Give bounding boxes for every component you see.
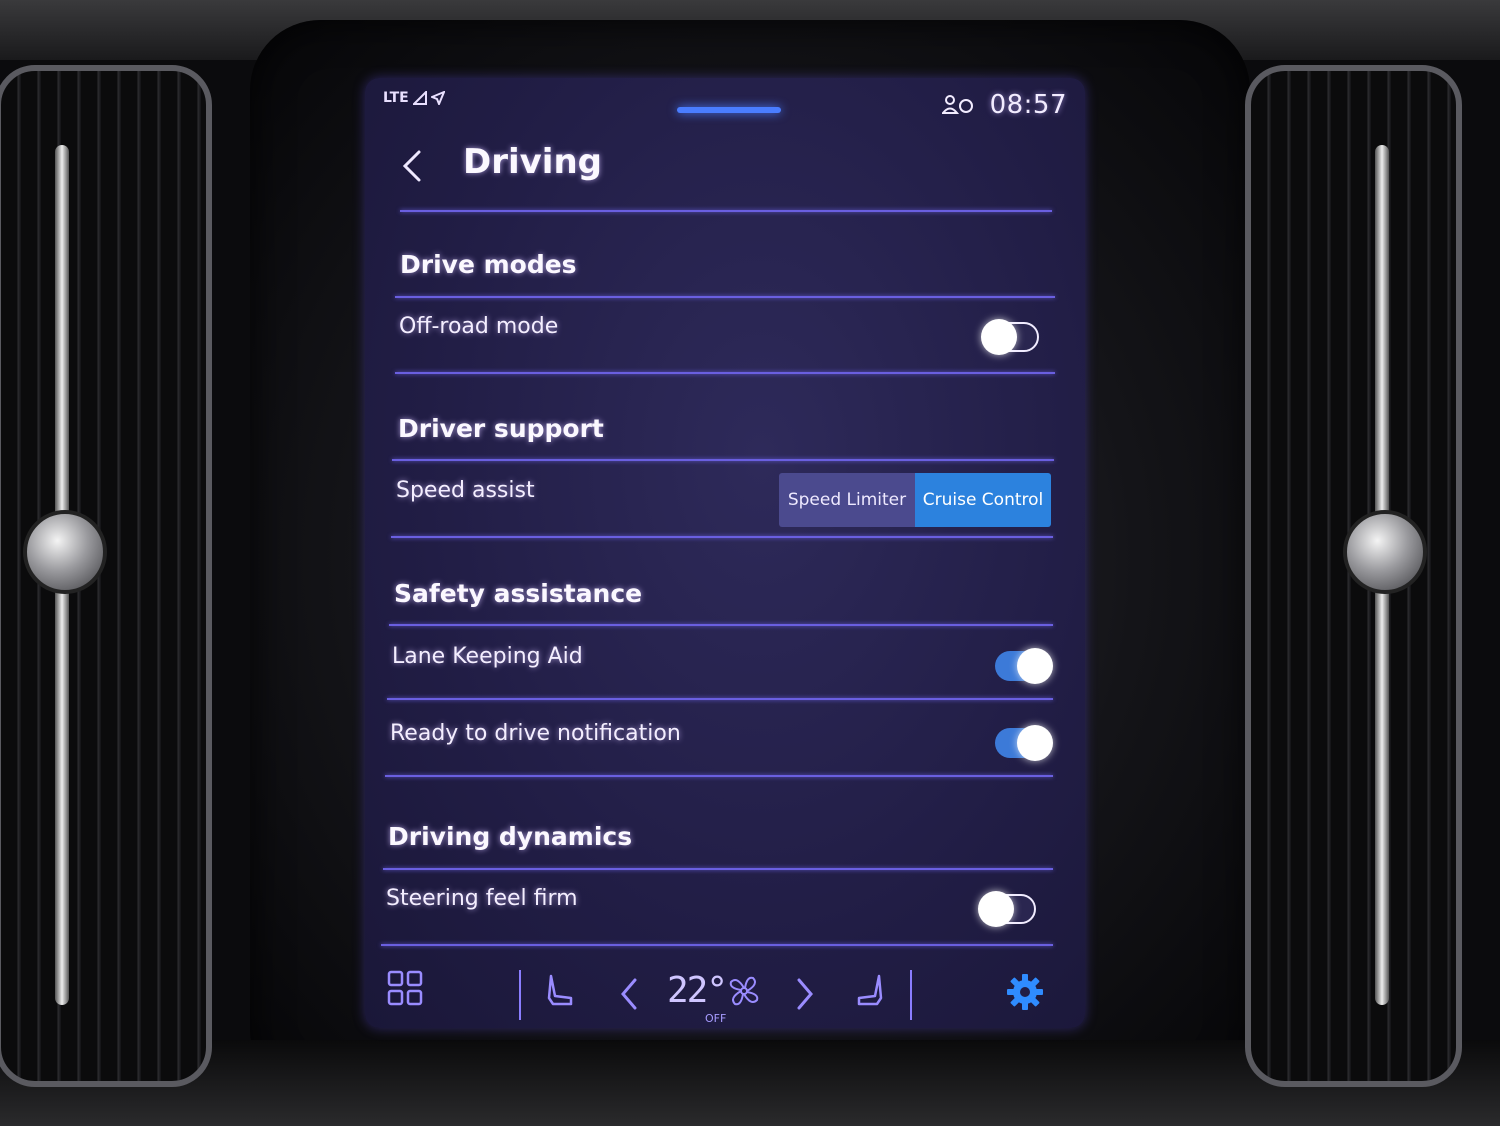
infotainment-screen: LTE 08:57 Driving Drive modes Off-road m…	[365, 78, 1085, 1028]
section-title-driving-dynamics: Driving dynamics	[388, 822, 633, 851]
lane-keeping-aid-label: Lane Keeping Aid	[392, 644, 583, 669]
off-road-mode-toggle[interactable]	[981, 319, 1039, 355]
toggle-knob	[978, 891, 1014, 927]
vent-knob	[23, 510, 107, 594]
back-icon[interactable]	[395, 146, 429, 186]
section-title-drive-modes: Drive modes	[400, 250, 577, 279]
off-road-mode-label: Off-road mode	[399, 314, 559, 339]
drag-handle[interactable]	[677, 107, 781, 113]
air-vent-left	[0, 55, 230, 1095]
navigation-arrow-icon	[430, 91, 445, 105]
toggle-knob	[981, 319, 1017, 355]
section-title-driver-support: Driver support	[398, 414, 604, 443]
chevron-left-icon[interactable]	[617, 976, 641, 1012]
status-right: 08:57	[941, 90, 1067, 120]
bar-separator	[519, 970, 521, 1020]
divider	[383, 868, 1053, 870]
divider	[385, 775, 1053, 777]
profile-icon[interactable]	[941, 94, 974, 116]
cruise-control-option[interactable]: Cruise Control	[915, 473, 1051, 527]
vent-knob	[1343, 510, 1427, 594]
fan-icon[interactable]	[727, 974, 761, 1008]
section-title-safety-assistance: Safety assistance	[394, 579, 643, 608]
divider	[395, 296, 1055, 298]
steering-feel-firm-toggle[interactable]	[978, 891, 1036, 927]
speed-assist-label: Speed assist	[396, 478, 535, 503]
divider	[400, 210, 1052, 212]
bar-separator	[910, 970, 912, 1020]
ready-to-drive-notification-toggle[interactable]	[995, 725, 1053, 761]
lane-keeping-aid-toggle[interactable]	[995, 648, 1053, 684]
toggle-knob	[1017, 648, 1053, 684]
temperature-display[interactable]: 22°	[667, 970, 728, 1011]
apps-grid-icon[interactable]	[387, 970, 423, 1006]
divider	[395, 372, 1055, 374]
page-header: Driving	[365, 138, 1085, 208]
clock: 08:57	[989, 90, 1067, 120]
network-label: LTE	[383, 90, 409, 106]
seat-heat-right-icon[interactable]	[855, 972, 885, 1008]
divider	[389, 624, 1053, 626]
speed-limiter-option[interactable]: Speed Limiter	[779, 473, 915, 527]
divider	[391, 536, 1053, 538]
signal-icon	[412, 91, 427, 105]
divider	[381, 944, 1053, 946]
speed-assist-selector: Speed Limiter Cruise Control	[779, 473, 1051, 527]
fan-status: OFF	[705, 1012, 727, 1025]
ready-to-drive-notification-label: Ready to drive notification	[390, 721, 681, 746]
steering-feel-firm-label: Steering feel firm	[386, 886, 578, 911]
page-title: Driving	[463, 142, 603, 182]
status-left: LTE	[383, 90, 445, 106]
toggle-knob	[1017, 725, 1053, 761]
seat-heat-left-icon[interactable]	[545, 972, 575, 1008]
settings-gear-icon[interactable]	[1005, 972, 1045, 1012]
air-vent-right	[1230, 55, 1480, 1095]
divider	[387, 698, 1053, 700]
status-bar: LTE 08:57	[365, 78, 1085, 128]
divider	[392, 459, 1054, 461]
climate-bar: 22° OFF	[365, 950, 1085, 1028]
chevron-right-icon[interactable]	[793, 976, 817, 1012]
